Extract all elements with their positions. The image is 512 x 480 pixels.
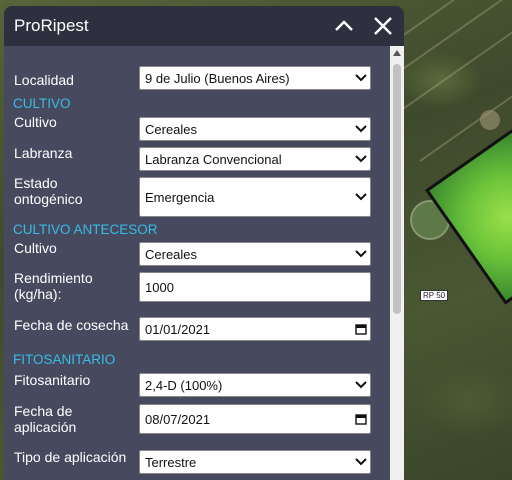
fecha-cosecha-value: 01/01/2021 [145,321,211,337]
rendimiento-label-line1: Rendimiento [14,270,93,286]
fitosanitario-value: 2,4-D (100%) [145,377,223,393]
rendimiento-label-line2: (kg/ha): [14,286,62,302]
fitosanitario-label: Fitosanitario [14,372,91,388]
road-label: RP 50 [420,290,449,301]
calendar-icon[interactable] [352,320,370,338]
collapse-button[interactable] [332,14,356,38]
fecha-cosecha-input[interactable]: 01/01/2021 [139,317,371,341]
panel-scrollbar[interactable] [390,46,404,480]
rendimiento-value: 1000 [145,279,174,295]
calendar-icon[interactable] [352,410,370,428]
rendimiento-input[interactable]: 1000 [139,272,371,302]
scroll-thumb[interactable] [393,64,401,314]
labranza-value: Labranza Convencional [145,151,282,167]
estado-select[interactable]: Emergencia [139,177,371,217]
chevron-down-icon [352,188,370,206]
map-patch [480,110,500,130]
section-fitosanitario: FITOSANITARIO [13,352,116,367]
antecesor-cultivo-value: Cereales [145,246,198,262]
tipo-aplicacion-label: Tipo de aplicación [14,449,127,465]
chevron-up-icon [335,20,353,31]
fecha-aplicacion-input[interactable]: 08/07/2021 [139,404,371,434]
labranza-label: Labranza [14,145,73,161]
close-icon [374,17,392,35]
chevron-down-icon [352,69,370,87]
cultivo-label: Cultivo [14,114,57,130]
labranza-select[interactable]: Labranza Convencional [139,147,371,171]
localidad-value: 9 de Julio (Buenos Aires) [145,70,290,86]
tipo-aplicacion-value: Terrestre [145,454,197,470]
map-selected-field[interactable] [425,115,512,305]
chevron-down-icon [352,453,370,471]
form-content: Localidad 9 de Julio (Buenos Aires) CULT… [4,46,390,480]
close-button[interactable] [371,14,395,38]
tipo-aplicacion-select[interactable]: Terrestre [139,450,371,474]
map-field-line [399,0,512,72]
fecha-aplicacion-value: 08/07/2021 [145,411,211,427]
estado-label-line1: Estado [14,175,58,191]
panel-title: ProRipest [14,16,89,35]
chevron-down-icon [352,150,370,168]
chevron-down-icon [352,120,370,138]
antecesor-cultivo-label: Cultivo [14,240,57,256]
localidad-label: Localidad [14,72,74,88]
estado-label-line2: ontogénico [14,191,83,207]
chevron-down-icon [352,245,370,263]
proripest-panel: ProRipest Localidad 9 de Julio (Buenos A… [4,6,404,480]
map-field-line [399,29,512,112]
cultivo-value: Cereales [145,121,198,137]
fecha-cosecha-label: Fecha de cosecha [14,317,129,333]
estado-value: Emergencia [145,189,215,205]
section-cultivo-antecesor: CULTIVO ANTECESOR [13,222,158,237]
localidad-select[interactable]: 9 de Julio (Buenos Aires) [139,66,371,90]
fitosanitario-select[interactable]: 2,4-D (100%) [139,373,371,397]
scroll-up-arrow-icon[interactable] [390,46,404,60]
fecha-aplicacion-label-line2: aplicación [14,419,77,435]
section-cultivo: CULTIVO [13,96,71,111]
chevron-down-icon [352,376,370,394]
panel-titlebar: ProRipest [4,6,404,46]
cultivo-select[interactable]: Cereales [139,117,371,141]
antecesor-cultivo-select[interactable]: Cereales [139,242,371,266]
fecha-aplicacion-label-line1: Fecha de [14,403,73,419]
